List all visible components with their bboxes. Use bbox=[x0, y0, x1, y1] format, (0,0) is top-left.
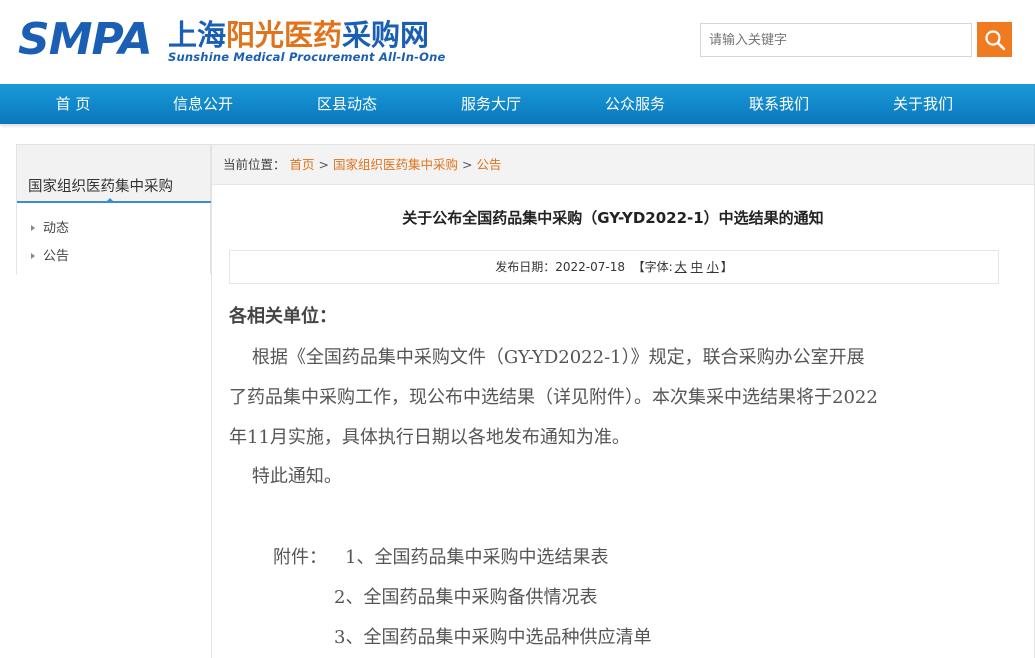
sidebar-item-news[interactable]: 动态 bbox=[31, 217, 69, 236]
logo-smpa-text: SMPA bbox=[18, 14, 153, 65]
search-icon bbox=[984, 29, 1005, 50]
attachment-item: 3、全国药品集中采购中选品种供应清单 bbox=[334, 627, 652, 648]
breadcrumb-current[interactable]: 公告 bbox=[477, 157, 502, 172]
nav-item-contact[interactable]: 联系我们 bbox=[726, 84, 832, 124]
search-input[interactable] bbox=[700, 23, 972, 57]
date-label: 发布日期： bbox=[495, 260, 556, 274]
nav-item-home[interactable]: 首 页 bbox=[20, 84, 126, 124]
font-large-link[interactable]: 大 bbox=[675, 260, 687, 274]
site-header: SMPA 上海阳光医药采购网 Sunshine Medical Procurem… bbox=[0, 0, 1035, 84]
bullet-icon bbox=[31, 252, 35, 259]
logo-english-name: Sunshine Medical Procurement All-In-One bbox=[168, 50, 446, 64]
article-title: 关于公布全国药品集中采购（GY-YD2022-1）中选结果的通知 bbox=[402, 209, 824, 227]
attachment-item: 1、全国药品集中采购中选结果表 bbox=[345, 547, 609, 568]
sidebar-item-announcement[interactable]: 公告 bbox=[31, 245, 69, 264]
nav-item-about[interactable]: 关于我们 bbox=[870, 84, 976, 124]
paragraph-line: 年11月实施，具体执行日期以各地发布通知为准。 bbox=[229, 427, 630, 448]
font-medium-link[interactable]: 中 bbox=[691, 260, 703, 274]
salutation: 各相关单位： bbox=[229, 306, 337, 327]
breadcrumb-home[interactable]: 首页 bbox=[290, 157, 315, 172]
paragraph-line: 特此通知。 bbox=[229, 466, 342, 487]
attachment-item: 2、全国药品集中采购备供情况表 bbox=[334, 587, 598, 608]
nav-item-public[interactable]: 公众服务 bbox=[582, 84, 688, 124]
nav-item-service[interactable]: 服务大厅 bbox=[438, 84, 544, 124]
main-nav: 首 页 信息公开 区县动态 服务大厅 公众服务 联系我们 关于我们 bbox=[0, 84, 1035, 124]
breadcrumb: 当前位置： 首页 > 国家组织医药集中采购 > 公告 bbox=[212, 145, 1034, 185]
nav-item-district[interactable]: 区县动态 bbox=[294, 84, 400, 124]
sidebar-list: 动态 公告 bbox=[17, 203, 210, 275]
sidebar-title: 国家组织医药集中采购 bbox=[17, 171, 212, 203]
breadcrumb-category[interactable]: 国家组织医药集中采购 bbox=[333, 157, 458, 172]
font-size-label: 【字体: bbox=[632, 260, 673, 274]
breadcrumb-prefix: 当前位置： bbox=[223, 157, 286, 172]
article-meta: 发布日期：2022-07-18 【字体: 大中小】 bbox=[229, 250, 999, 284]
logo-chinese-name: 上海阳光医药采购网 bbox=[168, 18, 430, 52]
paragraph-line: 根据《全国药品集中采购文件（GY-YD2022-1）》规定，联合采购办公室开展 bbox=[229, 347, 865, 368]
search-button[interactable] bbox=[977, 22, 1012, 57]
paragraph-line: 了药品集中采购工作，现公布中选结果（详见附件）。本次集采中选结果将于2022 bbox=[229, 387, 878, 408]
bullet-icon bbox=[31, 224, 35, 231]
font-small-link[interactable]: 小 bbox=[707, 260, 719, 274]
site-logo[interactable]: SMPA 上海阳光医药采购网 Sunshine Medical Procurem… bbox=[18, 14, 445, 66]
main-content: 当前位置： 首页 > 国家组织医药集中采购 > 公告 关于公布全国药品集中采购（GY-Y… bbox=[211, 144, 1035, 658]
publish-date: 2022-07-18 bbox=[555, 260, 625, 274]
nav-item-info[interactable]: 信息公开 bbox=[150, 84, 256, 124]
sidebar: 国家组织医药集中采购 动态 公告 bbox=[16, 144, 212, 275]
